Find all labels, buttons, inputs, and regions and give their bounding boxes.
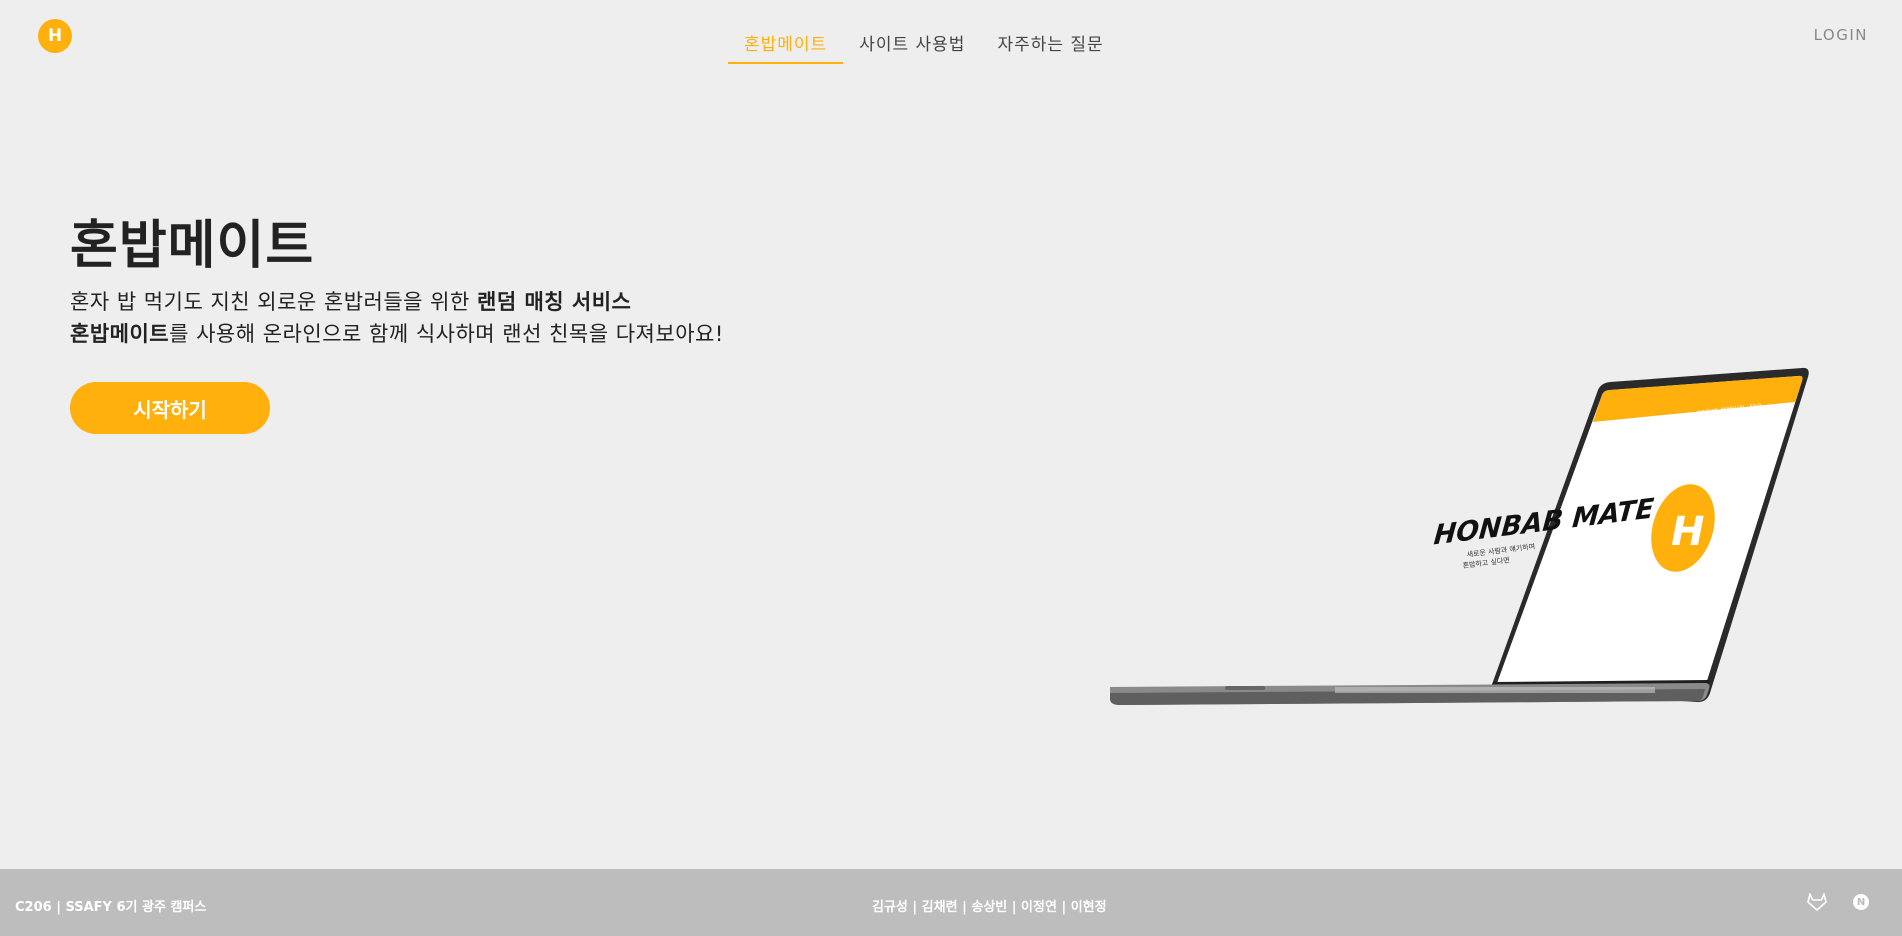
laptop-base-highlight bbox=[1335, 687, 1655, 693]
tab-honbabmate[interactable]: 혼밥메이트 bbox=[728, 22, 844, 64]
page: H 혼밥메이트 사이트 사용법 자주하는 질문 LOGIN 혼밥메이트 혼자 밥… bbox=[0, 0, 1902, 936]
footer-team-info: C206 | SSAFY 6기 광주 캠퍼스 bbox=[15, 900, 207, 915]
start-button[interactable]: 시작하기 bbox=[70, 382, 270, 434]
logo[interactable]: H bbox=[38, 19, 72, 53]
laptop-nav-faq: FAQ bbox=[1749, 403, 1762, 411]
hero-description: 혼자 밥 먹기도 지친 외로운 혼밥러들을 위한 랜덤 매칭 서비스 혼밥메이트… bbox=[70, 286, 724, 350]
footer-members: 김규성 | 김채련 | 송상빈 | 이정연 | 이현정 bbox=[872, 900, 1107, 915]
tab-site-usage[interactable]: 사이트 사용법 bbox=[843, 22, 981, 64]
hero-line-2-text: 를 사용해 온라인으로 함께 식사하며 랜선 친목을 다져보아요! bbox=[169, 322, 724, 346]
hero-line-2: 혼밥메이트를 사용해 온라인으로 함께 식사하며 랜선 친목을 다져보아요! bbox=[70, 318, 724, 350]
laptop-illustration: ABOUT MANUAL FAQ HONBAB MATE 새로운 사람과 얘기하… bbox=[1110, 367, 1809, 705]
notion-letter: N bbox=[1853, 894, 1869, 910]
laptop-logo-letter: H bbox=[1671, 509, 1704, 555]
notion-icon[interactable]: N bbox=[1850, 891, 1872, 913]
hero-line-1-bold: 랜덤 매칭 서비스 bbox=[477, 290, 632, 314]
logo-letter: H bbox=[47, 26, 63, 46]
main-nav: 혼밥메이트 사이트 사용법 자주하는 질문 bbox=[728, 22, 1120, 64]
laptop-hinge-notch bbox=[1225, 686, 1265, 690]
hero-title: 혼밥메이트 bbox=[70, 216, 315, 276]
tab-label: 혼밥메이트 bbox=[744, 35, 828, 55]
tab-faq[interactable]: 자주하는 질문 bbox=[981, 22, 1119, 64]
footer-icons: N bbox=[1806, 891, 1872, 913]
tab-label: 자주하는 질문 bbox=[997, 35, 1104, 55]
hero-line-2-bold: 혼밥메이트 bbox=[70, 322, 170, 346]
hero-line-1: 혼자 밥 먹기도 지친 외로운 혼밥러들을 위한 랜덤 매칭 서비스 bbox=[70, 286, 724, 318]
login-button[interactable]: LOGIN bbox=[1814, 26, 1868, 44]
tab-label: 사이트 사용법 bbox=[859, 35, 966, 55]
hero-line-1-text: 혼자 밥 먹기도 지친 외로운 혼밥러들을 위한 bbox=[70, 290, 477, 314]
footer: C206 | SSAFY 6기 광주 캠퍼스 김규성 | 김채련 | 송상빈 |… bbox=[0, 869, 1902, 936]
gitlab-icon[interactable] bbox=[1806, 891, 1828, 913]
